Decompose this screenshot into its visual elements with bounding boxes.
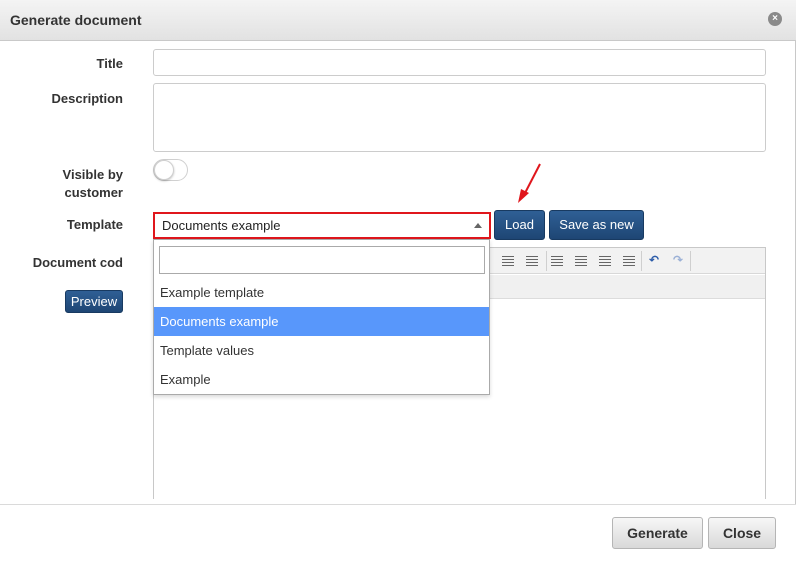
- generate-document-dialog: Generate document × Title Description Vi…: [0, 0, 796, 564]
- dropdown-option-example[interactable]: Example: [154, 365, 489, 394]
- template-selected-value: Documents example: [162, 218, 281, 233]
- visible-by-customer-label-line2: customer: [64, 185, 123, 200]
- document-code-label: Document cod: [32, 255, 123, 270]
- align-right-icon[interactable]: [597, 254, 613, 267]
- redo-icon[interactable]: ↷: [670, 254, 686, 267]
- dialog-titlebar: Generate document ×: [0, 0, 796, 41]
- template-dropdown: Example template Documents example Templ…: [153, 239, 490, 395]
- description-textarea[interactable]: [153, 83, 766, 152]
- template-label: Template: [66, 217, 123, 232]
- visible-by-customer-toggle[interactable]: [153, 159, 188, 181]
- outdent-icon[interactable]: [500, 254, 516, 267]
- title-input[interactable]: [153, 49, 766, 76]
- dropdown-option-example-template[interactable]: Example template: [154, 278, 489, 307]
- dialog-footer: Generate Close: [0, 504, 796, 564]
- template-search-input[interactable]: [159, 246, 485, 274]
- align-left-icon[interactable]: [549, 254, 565, 267]
- undo-icon[interactable]: ↶: [646, 254, 662, 267]
- align-justify-icon[interactable]: [621, 254, 637, 267]
- indent-icon[interactable]: [524, 254, 540, 267]
- dropdown-option-documents-example[interactable]: Documents example: [154, 307, 489, 336]
- preview-button[interactable]: Preview: [65, 290, 123, 313]
- close-icon[interactable]: ×: [768, 12, 782, 26]
- save-as-new-button[interactable]: Save as new: [549, 210, 644, 240]
- annotation-arrow-icon: [518, 163, 541, 203]
- generate-button[interactable]: Generate: [612, 517, 703, 549]
- template-select[interactable]: Documents example: [153, 212, 491, 239]
- toolbar-separator: [690, 251, 691, 271]
- description-label: Description: [51, 91, 123, 106]
- toolbar-separator: [641, 251, 642, 271]
- load-button[interactable]: Load: [494, 210, 545, 240]
- align-center-icon[interactable]: [573, 254, 589, 267]
- dropdown-option-template-values[interactable]: Template values: [154, 336, 489, 365]
- dialog-title: Generate document: [10, 12, 142, 28]
- visible-by-customer-label-line1: Visible by: [62, 167, 123, 182]
- toggle-knob: [154, 160, 174, 180]
- toolbar-separator: [546, 251, 547, 271]
- close-button[interactable]: Close: [708, 517, 776, 549]
- title-label: Title: [96, 56, 124, 71]
- dropdown-arrow-icon: [474, 223, 482, 228]
